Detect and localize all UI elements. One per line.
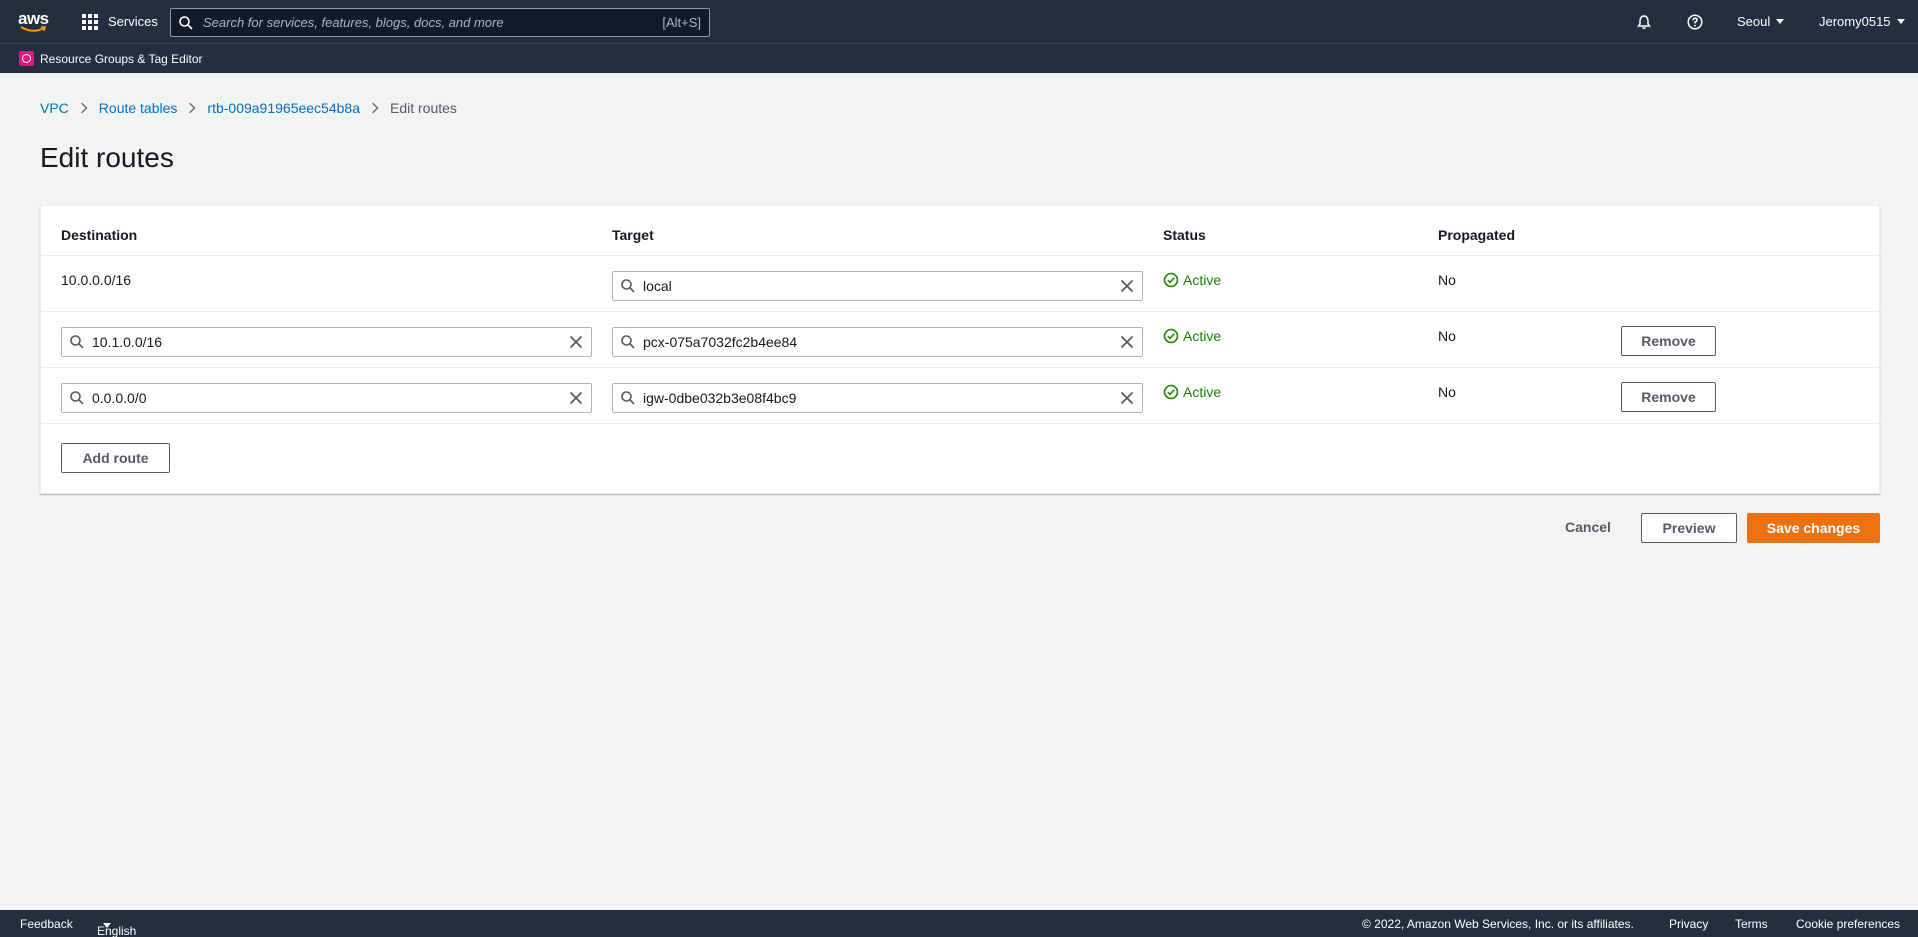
routes-table-panel: Destination Target Status Propagated 10.… (40, 205, 1881, 494)
privacy-link[interactable]: Privacy (1669, 917, 1708, 931)
cookie-preferences-link[interactable]: Cookie preferences (1796, 917, 1900, 931)
breadcrumb-vpc[interactable]: VPC (40, 100, 69, 116)
propagated-text: No (1438, 272, 1456, 288)
column-header-status: Status (1163, 227, 1206, 243)
region-selector[interactable]: Seoul (1737, 0, 1785, 43)
clear-icon[interactable] (569, 335, 583, 349)
breadcrumb-route-table-id[interactable]: rtb-009a91965eec54b8a (207, 100, 360, 116)
propagated-text: No (1438, 328, 1456, 344)
language-selector[interactable]: English (US) (97, 917, 136, 937)
target-input[interactable]: igw-0dbe032b3e08f4bc9 (612, 383, 1143, 413)
language-label: English (US) (97, 924, 137, 937)
column-header-target: Target (612, 227, 654, 243)
caret-down-icon (1776, 19, 1785, 24)
grid-icon (82, 13, 98, 30)
chevron-right-icon (360, 102, 390, 114)
favorite-resource-groups-link[interactable]: Resource Groups & Tag Editor (40, 52, 203, 66)
breadcrumb: VPC Route tables rtb-009a91965eec54b8a E… (40, 100, 457, 116)
propagated-text: No (1438, 384, 1456, 400)
target-input[interactable]: local (612, 271, 1143, 301)
resource-groups-icon (19, 51, 34, 66)
favorites-bar: Resource Groups & Tag Editor (0, 43, 1918, 73)
region-label: Seoul (1737, 14, 1771, 29)
top-navigation: aws Services Search for services, featur… (0, 0, 1918, 43)
status-badge: Active (1163, 328, 1221, 344)
search-icon (70, 335, 84, 349)
destination-input[interactable]: 0.0.0.0/0 (61, 383, 592, 413)
destination-value: 0.0.0.0/0 (92, 390, 147, 406)
target-input[interactable]: pcx-075a7032fc2b4ee84 (612, 327, 1143, 357)
console-footer: Feedback English (US) © 2022, Amazon Web… (0, 910, 1918, 937)
search-placeholder: Search for services, features, blogs, do… (203, 15, 504, 30)
target-value: pcx-075a7032fc2b4ee84 (643, 334, 798, 350)
terms-link[interactable]: Terms (1735, 917, 1768, 931)
preview-button[interactable]: Preview (1641, 513, 1737, 543)
aws-logo[interactable]: aws (18, 9, 52, 35)
services-menu-button[interactable]: Services (82, 0, 158, 43)
aws-smile-icon (20, 26, 46, 32)
remove-route-button[interactable]: Remove (1621, 326, 1716, 356)
help-icon (1687, 13, 1703, 30)
chevron-right-icon (69, 102, 99, 114)
help-button[interactable] (1687, 0, 1703, 43)
cancel-button[interactable]: Cancel (1565, 519, 1611, 535)
check-circle-icon (1163, 384, 1179, 400)
target-value: igw-0dbe032b3e08f4bc9 (643, 390, 797, 406)
account-label: Jeromy0515 (1819, 14, 1891, 29)
clear-icon[interactable] (1120, 279, 1134, 293)
caret-down-icon (1896, 19, 1905, 24)
save-changes-button[interactable]: Save changes (1747, 513, 1880, 543)
search-icon (621, 391, 635, 405)
row-divider (41, 367, 1881, 368)
account-menu[interactable]: Jeromy0515 (1819, 0, 1905, 43)
destination-value: 10.1.0.0/16 (92, 334, 163, 350)
check-circle-icon (1163, 328, 1179, 344)
clear-icon[interactable] (1120, 391, 1134, 405)
chevron-right-icon (177, 102, 207, 114)
status-text: Active (1183, 328, 1222, 344)
search-icon (621, 279, 635, 293)
search-icon (621, 335, 635, 349)
add-route-button[interactable]: Add route (61, 443, 170, 473)
row-divider (41, 423, 1881, 424)
breadcrumb-route-tables[interactable]: Route tables (99, 100, 178, 116)
column-header-propagated: Propagated (1438, 227, 1516, 243)
status-text: Active (1183, 272, 1222, 288)
clear-icon[interactable] (1120, 335, 1134, 349)
status-badge: Active (1163, 272, 1221, 288)
destination-text: 10.0.0.0/16 (61, 272, 132, 288)
row-divider (41, 255, 1881, 256)
notifications-button[interactable] (1636, 0, 1652, 43)
status-badge: Active (1163, 384, 1221, 400)
services-label: Services (108, 14, 158, 29)
remove-route-button[interactable]: Remove (1621, 382, 1716, 412)
clear-icon[interactable] (569, 391, 583, 405)
breadcrumb-current: Edit routes (389, 100, 457, 116)
status-text: Active (1183, 384, 1222, 400)
column-header-destination: Destination (61, 227, 138, 243)
destination-input[interactable]: 10.1.0.0/16 (61, 327, 592, 357)
page-title: Edit routes (40, 142, 174, 173)
bell-icon (1637, 14, 1651, 29)
target-value: local (643, 278, 672, 294)
copyright-text: © 2022, Amazon Web Services, Inc. or its… (1362, 917, 1634, 931)
global-search-input[interactable]: Search for services, features, blogs, do… (170, 8, 710, 37)
search-shortcut: [Alt+S] (662, 15, 701, 30)
feedback-link[interactable]: Feedback (20, 917, 73, 931)
search-icon (179, 15, 193, 30)
check-circle-icon (1163, 272, 1179, 288)
search-icon (70, 391, 84, 405)
row-divider (41, 311, 1881, 312)
